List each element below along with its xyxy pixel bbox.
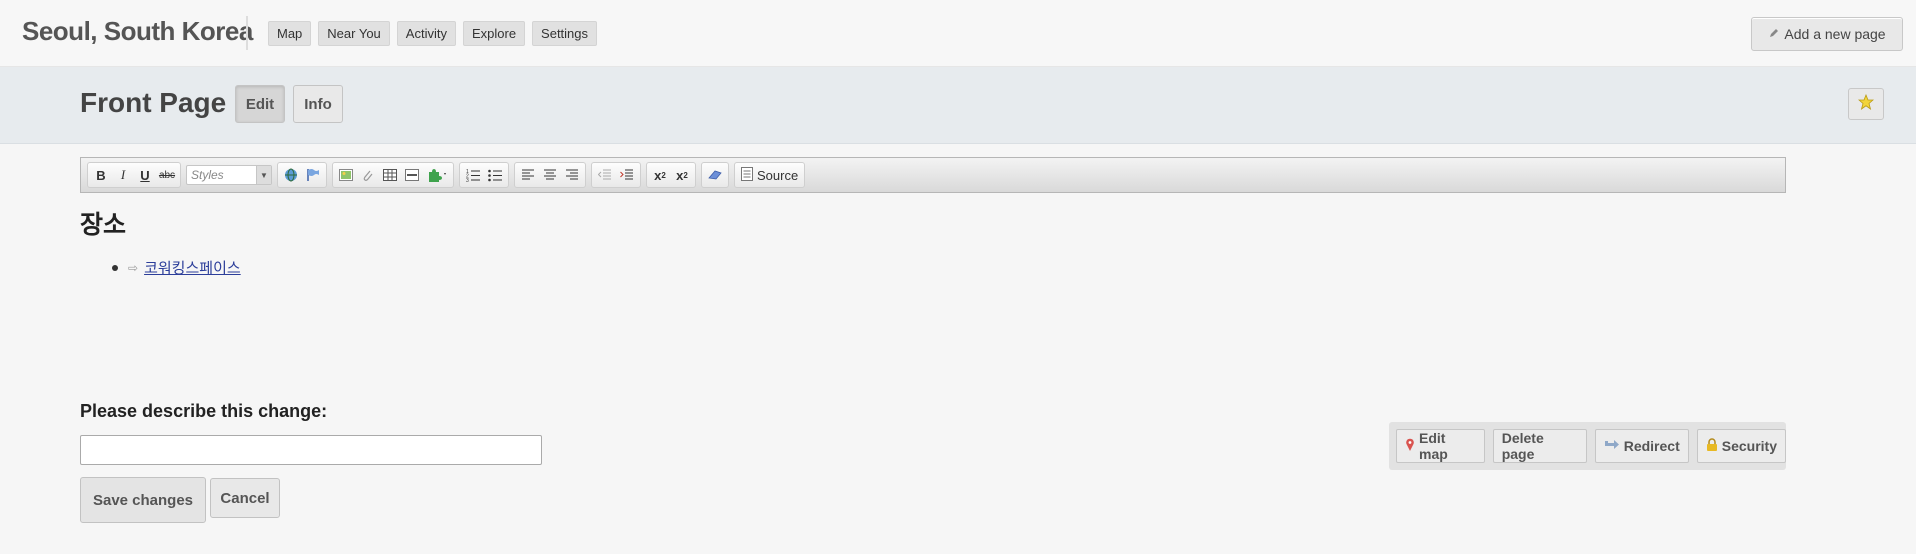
underline-button[interactable]: U [135, 165, 155, 185]
top-bar: Seoul, South Korea Map Near You Activity… [0, 0, 1916, 67]
table-icon[interactable] [380, 165, 400, 185]
chevron-down-icon: ▼ [256, 166, 271, 184]
align-group [514, 162, 586, 188]
align-left-icon[interactable] [518, 165, 538, 185]
editor-toolbar: B I U abc Styles ▼ 123 x 2 x 2 Source [80, 157, 1786, 193]
nav-activity[interactable]: Activity [396, 21, 456, 46]
delete-page-button[interactable]: Delete page [1492, 429, 1587, 463]
content-heading[interactable]: 장소 [80, 205, 126, 241]
change-description-input[interactable] [80, 435, 542, 465]
document-icon [741, 166, 753, 184]
bullet-dot [112, 264, 118, 271]
anchor-flag-icon[interactable] [303, 165, 323, 185]
security-button[interactable]: Security [1696, 429, 1786, 463]
styles-placeholder: Styles [191, 168, 224, 182]
top-nav: Map Near You Activity Explore Settings [268, 21, 598, 46]
align-right-icon[interactable] [562, 165, 582, 185]
superscript-button[interactable]: x2 [672, 165, 692, 185]
indent-icon[interactable] [617, 165, 637, 185]
bold-button[interactable]: B [91, 165, 111, 185]
clear-group [701, 162, 729, 188]
horizontal-rule-icon[interactable] [402, 165, 422, 185]
redirect-arrow-icon [1604, 438, 1620, 454]
source-label: Source [757, 167, 799, 183]
outdent-icon[interactable] [595, 165, 615, 185]
region-title[interactable]: Seoul, South Korea [22, 16, 253, 47]
internal-link-icon: ⇨ [128, 260, 139, 275]
edit-map-label: Edit map [1419, 430, 1448, 462]
italic-button[interactable]: I [113, 165, 133, 185]
nav-near-you[interactable]: Near You [318, 21, 390, 46]
security-label: Security [1721, 438, 1777, 454]
change-description-label: Please describe this change: [80, 401, 328, 421]
svg-text:3: 3 [466, 178, 469, 182]
insert-group [332, 162, 454, 188]
attachment-icon[interactable] [358, 165, 378, 185]
numbered-list-icon[interactable]: 123 [463, 165, 483, 185]
source-button[interactable]: Source [738, 166, 801, 184]
nav-map[interactable]: Map [268, 21, 312, 46]
eraser-icon[interactable] [705, 165, 725, 185]
script-group: x2 x2 [646, 162, 696, 188]
align-center-icon[interactable] [540, 165, 560, 185]
link-icon[interactable] [281, 165, 301, 185]
edit-tab[interactable]: Edit [235, 85, 285, 123]
edit-map-button[interactable]: Edit map [1396, 429, 1485, 463]
subscript-button[interactable]: x2 [650, 165, 670, 185]
redirect-button[interactable]: Redirect [1594, 429, 1689, 463]
add-page-button[interactable]: Add a new page [1751, 17, 1903, 51]
image-icon[interactable] [336, 165, 356, 185]
nav-explore[interactable]: Explore [462, 21, 526, 46]
strikethrough-button[interactable]: abc [157, 165, 177, 185]
follow-button[interactable] [1848, 88, 1884, 120]
nav-settings[interactable]: Settings [532, 21, 598, 46]
list-group: 123 [459, 162, 509, 188]
list-item: ⇨ 코워킹스페이스 [112, 257, 241, 278]
delete-page-label: Delete page [1501, 430, 1544, 462]
map-pin-icon [1405, 438, 1415, 455]
page-actions: Edit map Delete page Redirect Security [1389, 422, 1786, 470]
plugin-puzzle-icon[interactable] [424, 165, 450, 185]
page-title: Front Page [80, 87, 227, 118]
link-group [277, 162, 327, 188]
page-link[interactable]: 코워킹스페이스 [144, 257, 241, 278]
cancel-button[interactable]: Cancel [210, 478, 280, 518]
redirect-label: Redirect [1623, 438, 1680, 454]
page-header: Front Page Edit Info [0, 67, 1916, 144]
add-page-label: Add a new page [1784, 26, 1886, 42]
format-group: B I U abc [87, 162, 181, 188]
star-icon [1857, 93, 1875, 115]
lock-icon [1706, 437, 1718, 455]
source-group: Source [734, 162, 806, 188]
divider [246, 16, 248, 50]
info-tab[interactable]: Info [293, 85, 343, 123]
pencil-icon [1768, 26, 1780, 42]
save-changes-button[interactable]: Save changes [80, 477, 206, 523]
indent-group [591, 162, 641, 188]
bullet-list-icon[interactable] [485, 165, 505, 185]
styles-dropdown[interactable]: Styles ▼ [186, 165, 272, 185]
